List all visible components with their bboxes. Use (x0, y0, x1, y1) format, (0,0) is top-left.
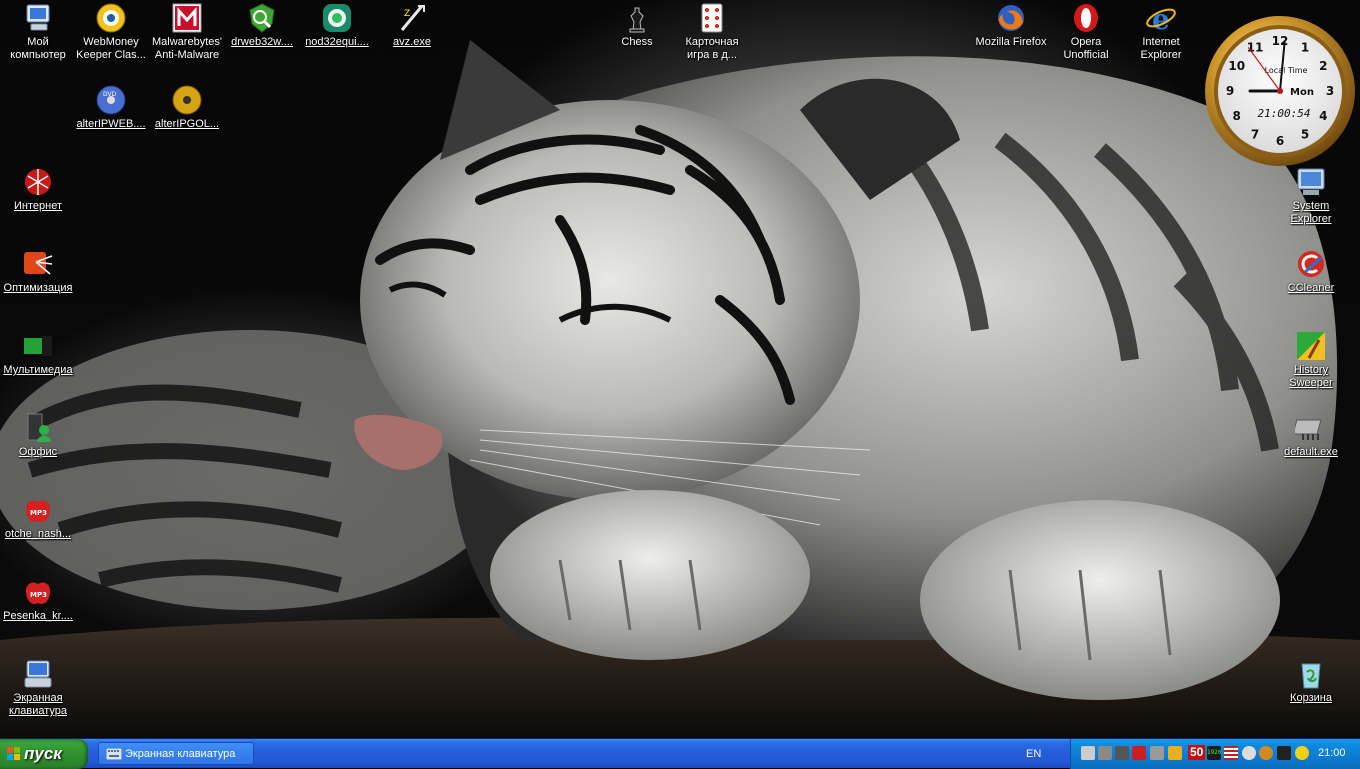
desktop-icon-chess[interactable]: Chess (599, 2, 675, 49)
desktop-icon-opera[interactable]: Opera Unofficial (1048, 2, 1124, 62)
gold-disc-icon (171, 84, 203, 116)
svg-text:e: e (1152, 3, 1170, 34)
desktop-icon-recycle-bin[interactable]: Корзина (1273, 658, 1349, 705)
multimedia-icon (22, 330, 54, 362)
malwarebytes-icon (171, 2, 203, 34)
desktop-icon-pesenka[interactable]: MP3 Pesenka_kr.... (0, 576, 76, 623)
optimization-icon (22, 248, 54, 280)
recycle-bin-icon (1295, 658, 1327, 690)
clock-title: Local Time (1265, 66, 1308, 75)
webmoney-icon (95, 2, 127, 34)
desktop-icon-avz[interactable]: Z avz.exe (374, 2, 450, 49)
desktop-icon-otche-nash[interactable]: MP3 otche_nash... (0, 494, 76, 541)
desktop-icon-drweb[interactable]: drweb32w.... (224, 2, 300, 49)
clock-numeral-12: 12 (1272, 34, 1289, 48)
executable-icon (1292, 412, 1327, 444)
mp3-icon: MP3 (22, 494, 54, 526)
windows-logo-icon (7, 747, 20, 760)
clock-numeral-1: 1 (1301, 41, 1309, 55)
taskbar-button-on-screen-keyboard[interactable]: Экранная клавиатура (98, 742, 254, 765)
desktop-icon-on-screen-keyboard[interactable]: Экранная клавиатура (0, 658, 76, 718)
desktop-icon-my-computer[interactable]: Мой компьютер (0, 2, 76, 62)
internet-explorer-icon: e (1145, 2, 1177, 36)
desktop-icon-malwarebytes[interactable]: Malwarebytes' Anti-Malware (149, 2, 225, 62)
svg-text:MP3: MP3 (30, 509, 47, 517)
analog-clock-face: 12 1234567891011 Local Time Mon 21:00:54 (1205, 16, 1355, 166)
desktop-icon-default-exe[interactable]: default.exe (1273, 412, 1349, 459)
clock-digital-time: 21:00:54 (1258, 107, 1311, 120)
clock-numeral-9: 9 (1226, 84, 1234, 98)
nod32-icon (321, 2, 353, 34)
language-indicator[interactable]: EN (1026, 739, 1041, 769)
drweb-icon (246, 2, 278, 34)
desktop-icon-alteripweb[interactable]: DVD alterIPWEB.... (73, 84, 149, 131)
clock-numeral-3: 3 (1326, 84, 1334, 98)
desktop-icon-multimedia[interactable]: Мультимедиа (0, 330, 76, 377)
desktop-icon-internet[interactable]: Интернет (0, 166, 76, 213)
playing-card-icon (696, 2, 728, 34)
desktop-icon-office[interactable]: Оффис (0, 412, 76, 459)
desktop-icon-ccleaner[interactable]: CCleaner (1273, 248, 1349, 295)
clock-numeral-4: 4 (1319, 109, 1327, 123)
clock-numeral-7: 7 (1251, 127, 1259, 141)
firefox-icon (995, 2, 1027, 34)
desktop-icon-optimization[interactable]: Оптимизация (0, 248, 76, 295)
system-tray (1070, 739, 1360, 769)
desktop-icon-alteripgol[interactable]: alterIPGOL... (149, 84, 225, 131)
clock-numeral-2: 2 (1319, 59, 1327, 73)
svg-text:Z: Z (404, 9, 410, 19)
internet-folder-icon (22, 166, 54, 198)
office-icon (22, 412, 54, 444)
clock-numeral-10: 10 (1228, 59, 1245, 73)
avz-icon: Z (396, 2, 428, 34)
chess-icon (621, 2, 653, 34)
desktop-icon-webmoney[interactable]: WebMoney Keeper Clas... (73, 2, 149, 62)
taskbar: пуск Экранная клавиатура EN (0, 738, 1360, 769)
clock-gadget[interactable]: 12 1 2 3 4 5 6 7 8 9 10 11 Local Time Mon 21:00:54 (1204, 15, 1356, 167)
ccleaner-icon (1295, 248, 1327, 280)
svg-text:DVD: DVD (103, 91, 117, 98)
clock-day: Mon (1290, 87, 1314, 98)
desktop-icon-history-sweeper[interactable]: History Sweeper (1273, 330, 1349, 390)
desktop-icon-firefox[interactable]: Mozilla Firefox (973, 2, 1049, 49)
taskbar-button-label: Экранная клавиатура (125, 748, 236, 760)
desktop-icon-internet-explorer[interactable]: e Internet Explorer (1123, 2, 1199, 62)
start-button[interactable]: пуск (0, 739, 88, 769)
desktop-icon-nod32[interactable]: nod32equi.... (299, 2, 375, 49)
clock-numeral-8: 8 (1233, 109, 1241, 123)
start-label: пуск (24, 744, 62, 763)
dvd-icon: DVD (95, 84, 127, 116)
keyboard-icon (106, 748, 122, 760)
svg-text:MP3: MP3 (30, 591, 47, 599)
desktop-icon-card-game[interactable]: Карточная игра в д... (674, 2, 750, 62)
computer-icon (22, 2, 54, 34)
keyboard-icon (22, 658, 54, 690)
system-explorer-icon (1295, 166, 1327, 198)
clock-numeral-5: 5 (1301, 127, 1309, 141)
clock-numeral-6: 6 (1276, 134, 1284, 148)
history-sweeper-icon (1295, 330, 1327, 362)
mp3-icon: MP3 (22, 576, 54, 608)
desktop-icon-system-explorer[interactable]: System Explorer (1273, 166, 1349, 226)
opera-icon (1070, 2, 1102, 34)
